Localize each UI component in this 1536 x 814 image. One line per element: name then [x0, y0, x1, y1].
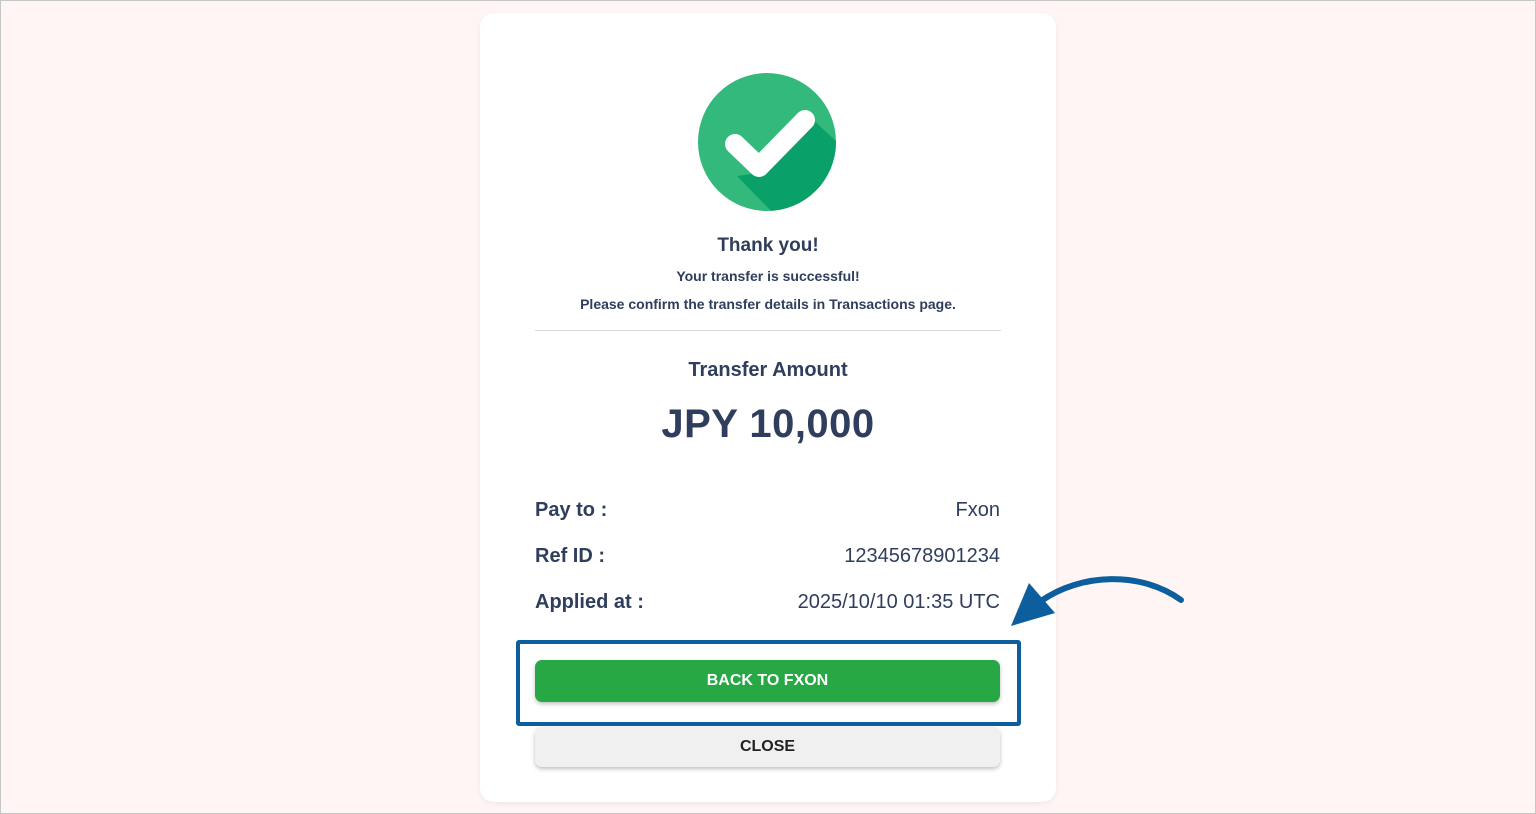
- close-button[interactable]: CLOSE: [535, 727, 1000, 767]
- detail-row-ref-id: Ref ID : 12345678901234: [535, 545, 1000, 568]
- thank-you-heading: Thank you!: [717, 235, 819, 256]
- transfer-amount-value: JPY 10,000: [661, 402, 875, 446]
- confirm-message: Please confirm the transfer details in T…: [580, 296, 956, 312]
- detail-value: Fxon: [955, 499, 1000, 521]
- detail-label: Pay to :: [535, 499, 608, 521]
- check-circle-icon: [698, 73, 836, 211]
- detail-value: 12345678901234: [844, 545, 1000, 567]
- detail-label: Ref ID :: [535, 545, 605, 567]
- back-to-fxon-button[interactable]: BACK TO FXON: [535, 660, 1000, 702]
- page-background: Thank you! Your transfer is successful! …: [0, 0, 1536, 814]
- detail-row-applied-at: Applied at : 2025/10/10 01:35 UTC: [535, 591, 1000, 614]
- transfer-amount-label: Transfer Amount: [688, 359, 848, 381]
- success-message: Your transfer is successful!: [676, 268, 860, 284]
- detail-value: 2025/10/10 01:35 UTC: [797, 591, 1000, 613]
- detail-row-pay-to: Pay to : Fxon: [535, 499, 1000, 522]
- arrow-annotation-icon: [1011, 576, 1184, 626]
- transfer-success-card: Thank you! Your transfer is successful! …: [480, 13, 1056, 802]
- detail-label: Applied at :: [535, 591, 644, 613]
- divider: [535, 330, 1001, 331]
